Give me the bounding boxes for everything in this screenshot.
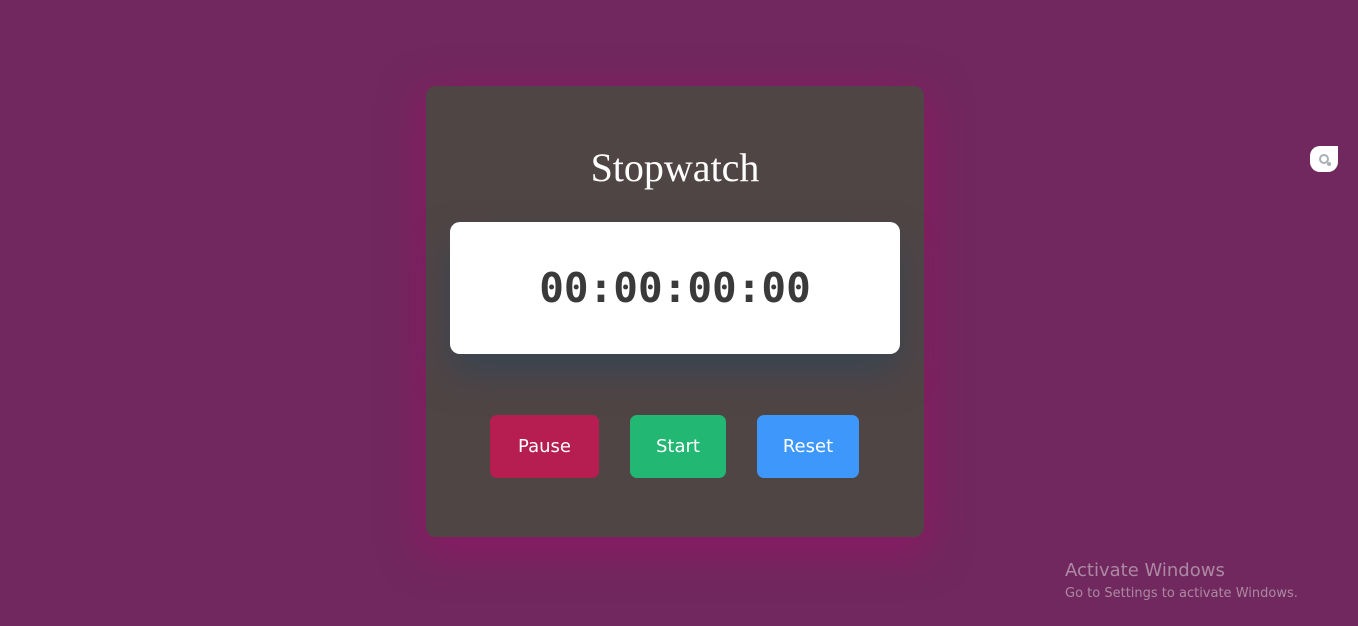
activate-windows-watermark: Activate Windows Go to Settings to activ… (1065, 560, 1298, 604)
watermark-subtitle: Go to Settings to activate Windows. (1065, 586, 1298, 601)
start-button[interactable]: Start (630, 415, 726, 478)
magnifier-icon (1319, 154, 1331, 166)
watermark-title: Activate Windows (1065, 560, 1225, 581)
page-title: Stopwatch (590, 145, 760, 190)
reset-button[interactable]: Reset (757, 415, 859, 478)
time-display-panel: 00:00:00:00 (450, 222, 900, 354)
search-bubble-icon[interactable] (1310, 146, 1338, 172)
time-display: 00:00:00:00 (539, 264, 811, 312)
pause-button[interactable]: Pause (490, 415, 599, 478)
stopwatch-card: Stopwatch 00:00:00:00 Pause Start Reset (426, 86, 924, 537)
